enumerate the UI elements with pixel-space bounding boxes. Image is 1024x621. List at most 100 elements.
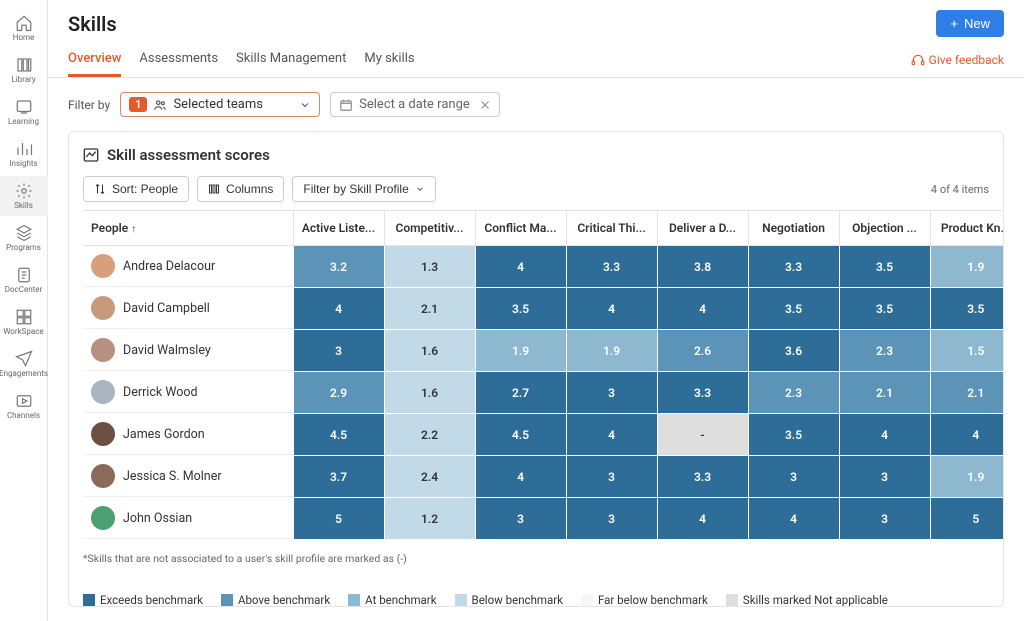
- sidebar-item-channels[interactable]: Channels: [0, 386, 48, 426]
- score-cell[interactable]: 1.3: [384, 246, 475, 288]
- columns-button[interactable]: Columns: [197, 176, 284, 202]
- score-cell[interactable]: 3.5: [748, 414, 839, 456]
- score-cell[interactable]: 4: [293, 288, 384, 330]
- score-cell[interactable]: 2.1: [384, 288, 475, 330]
- person-cell[interactable]: David Campbell: [83, 288, 293, 329]
- score-cell[interactable]: 4: [475, 246, 566, 288]
- score-cell[interactable]: 1.2: [384, 498, 475, 540]
- sidebar-item-learning[interactable]: Learning: [0, 92, 48, 132]
- skill-header[interactable]: Negotiation: [748, 211, 839, 246]
- skill-header[interactable]: Objection ...: [839, 211, 930, 246]
- skill-header[interactable]: Active Liste...: [293, 211, 384, 246]
- engagements-icon: [15, 350, 33, 368]
- sidebar-item-home[interactable]: Home: [0, 8, 48, 48]
- new-button[interactable]: + New: [936, 10, 1004, 37]
- score-cell[interactable]: 4.5: [475, 414, 566, 456]
- score-cell[interactable]: 3.3: [748, 246, 839, 288]
- person-cell[interactable]: Jessica S. Molner: [83, 456, 293, 497]
- tab-overview[interactable]: Overview: [68, 43, 121, 77]
- score-cell[interactable]: 3: [566, 498, 657, 540]
- score-cell[interactable]: 5: [293, 498, 384, 540]
- score-cell[interactable]: 3: [839, 498, 930, 540]
- sort-button[interactable]: Sort: People: [83, 176, 189, 202]
- profile-filter-button[interactable]: Filter by Skill Profile: [292, 176, 435, 202]
- score-cell[interactable]: 4: [657, 288, 748, 330]
- team-filter-dropdown[interactable]: 1 Selected teams: [120, 92, 320, 117]
- score-cell[interactable]: 1.9: [475, 330, 566, 372]
- skill-header[interactable]: Product Kn...: [930, 211, 1004, 246]
- score-cell[interactable]: 1.6: [384, 330, 475, 372]
- score-cell[interactable]: 3.3: [566, 246, 657, 288]
- score-cell[interactable]: 3: [566, 456, 657, 498]
- score-cell[interactable]: 3.7: [293, 456, 384, 498]
- score-cell[interactable]: 2.3: [748, 372, 839, 414]
- person-cell[interactable]: Andrea Delacour: [83, 246, 293, 287]
- score-cell[interactable]: 4: [475, 456, 566, 498]
- legend-item: Exceeds benchmark: [83, 593, 203, 607]
- score-cell[interactable]: 4: [566, 288, 657, 330]
- score-cell[interactable]: 3: [293, 330, 384, 372]
- score-cell[interactable]: 3.8: [657, 246, 748, 288]
- score-cell[interactable]: 2.2: [384, 414, 475, 456]
- score-cell[interactable]: 1.9: [930, 456, 1004, 498]
- score-cell[interactable]: 2.1: [930, 372, 1004, 414]
- library-icon: [15, 56, 33, 74]
- score-cell[interactable]: 1.5: [930, 330, 1004, 372]
- score-cell[interactable]: 3.2: [293, 246, 384, 288]
- person-cell[interactable]: James Gordon: [83, 414, 293, 455]
- score-cell[interactable]: 4: [657, 498, 748, 540]
- skill-header[interactable]: Competitiv...: [384, 211, 475, 246]
- score-cell[interactable]: 2.4: [384, 456, 475, 498]
- person-cell[interactable]: John Ossian: [83, 498, 293, 539]
- score-cell[interactable]: 3.6: [748, 330, 839, 372]
- person-cell[interactable]: David Walmsley: [83, 330, 293, 371]
- score-cell[interactable]: 4: [930, 414, 1004, 456]
- legend-item: Above benchmark: [221, 593, 330, 607]
- score-cell[interactable]: 4.5: [293, 414, 384, 456]
- learning-icon: [15, 98, 33, 116]
- sidebar-item-doccenter[interactable]: DocCenter: [0, 260, 48, 300]
- date-range-filter[interactable]: Select a date range: [330, 92, 500, 117]
- channels-icon: [15, 392, 33, 410]
- sidebar-item-skills[interactable]: Skills: [0, 176, 48, 216]
- sidebar-item-workspace[interactable]: WorkSpace: [0, 302, 48, 342]
- tab-skills-management[interactable]: Skills Management: [236, 43, 346, 77]
- score-cell[interactable]: 4: [748, 498, 839, 540]
- score-cell[interactable]: 5: [930, 498, 1004, 540]
- score-cell[interactable]: 1.9: [566, 330, 657, 372]
- score-cell[interactable]: 4: [839, 414, 930, 456]
- score-cell[interactable]: 2.7: [475, 372, 566, 414]
- score-cell[interactable]: 3.3: [657, 456, 748, 498]
- close-icon[interactable]: [479, 99, 491, 111]
- skill-header[interactable]: Deliver a D...: [657, 211, 748, 246]
- score-cell[interactable]: 1.9: [930, 246, 1004, 288]
- people-header[interactable]: People ↑: [83, 211, 293, 246]
- score-cell[interactable]: 3.3: [657, 372, 748, 414]
- score-cell[interactable]: 2.9: [293, 372, 384, 414]
- score-cell[interactable]: 1.6: [384, 372, 475, 414]
- sidebar-item-library[interactable]: Library: [0, 50, 48, 90]
- skill-header[interactable]: Critical Thi...: [566, 211, 657, 246]
- score-cell[interactable]: 3.5: [748, 288, 839, 330]
- score-cell[interactable]: 3: [839, 456, 930, 498]
- person-cell[interactable]: Derrick Wood: [83, 372, 293, 413]
- score-cell[interactable]: 3.5: [839, 246, 930, 288]
- score-cell[interactable]: 4: [566, 414, 657, 456]
- score-cell[interactable]: 3.5: [930, 288, 1004, 330]
- score-cell[interactable]: 2.6: [657, 330, 748, 372]
- score-cell[interactable]: 2.3: [839, 330, 930, 372]
- score-cell[interactable]: 3: [748, 456, 839, 498]
- give-feedback-link[interactable]: Give feedback: [911, 53, 1004, 67]
- score-cell[interactable]: 3.5: [839, 288, 930, 330]
- score-cell[interactable]: 3.5: [475, 288, 566, 330]
- tab-my-skills[interactable]: My skills: [364, 43, 414, 77]
- sidebar-item-insights[interactable]: Insights: [0, 134, 48, 174]
- skill-header[interactable]: Conflict Ma...: [475, 211, 566, 246]
- score-cell[interactable]: 3: [475, 498, 566, 540]
- score-cell[interactable]: -: [657, 414, 748, 456]
- score-cell[interactable]: 2.1: [839, 372, 930, 414]
- score-cell[interactable]: 3: [566, 372, 657, 414]
- sidebar-item-engagements[interactable]: Engagements: [0, 344, 48, 384]
- tab-assessments[interactable]: Assessments: [139, 43, 218, 77]
- sidebar-item-programs[interactable]: Programs: [0, 218, 48, 258]
